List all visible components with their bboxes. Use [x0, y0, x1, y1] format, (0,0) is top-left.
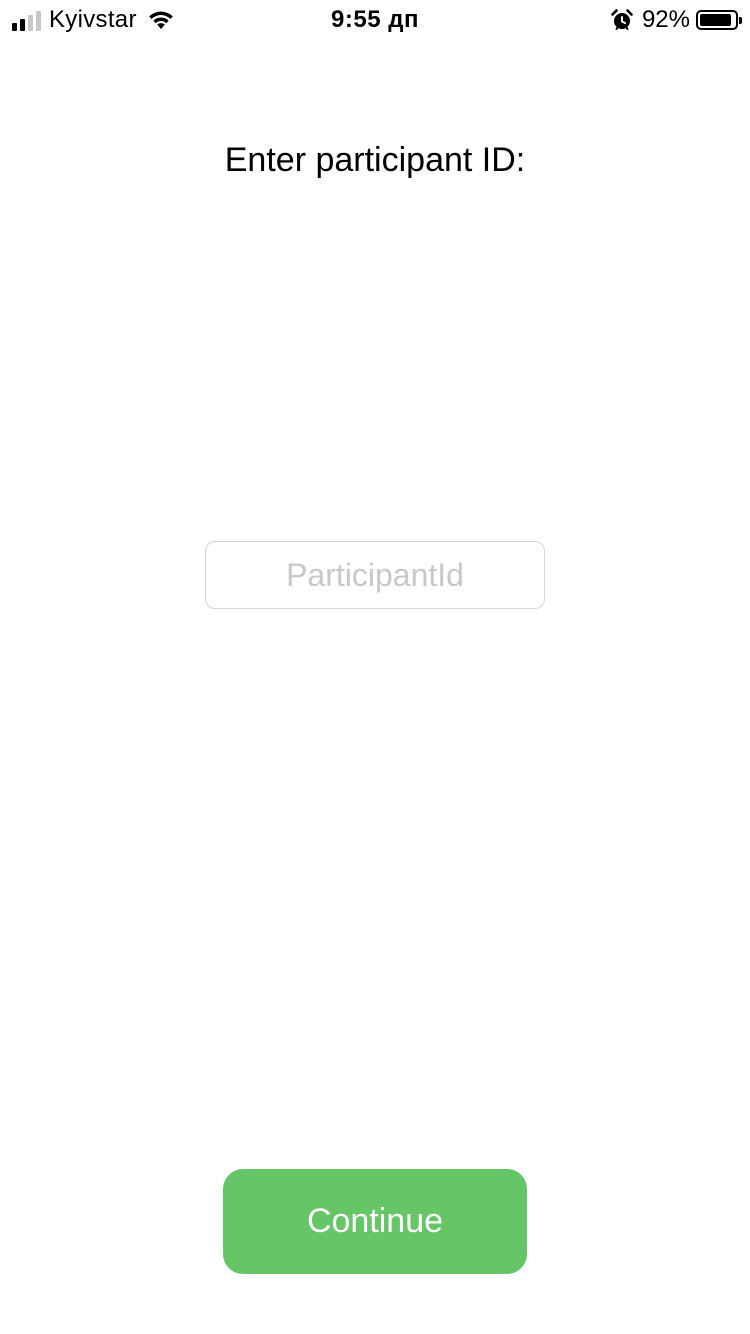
- battery-cap: [739, 17, 742, 24]
- continue-button[interactable]: Continue: [223, 1169, 527, 1274]
- participant-id-input[interactable]: [205, 541, 545, 609]
- battery-percentage: 92%: [641, 6, 690, 33]
- page-title: Enter participant ID:: [224, 141, 526, 179]
- battery-icon: [696, 10, 742, 30]
- battery-fill: [700, 14, 732, 26]
- alarm-clock-icon: [611, 9, 633, 30]
- status-bar-right: 92%: [610, 6, 742, 34]
- status-bar: Kyivstar 9:55 дп 92%: [0, 0, 750, 40]
